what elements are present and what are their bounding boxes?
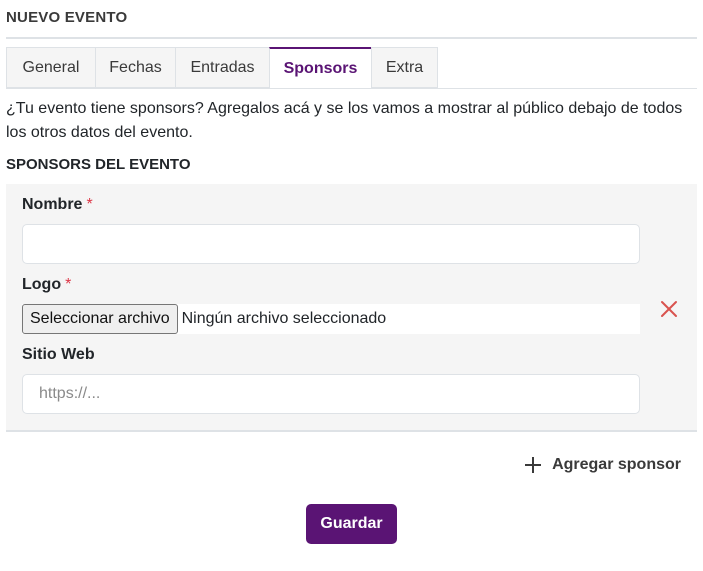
page-title: NUEVO EVENTO — [6, 9, 128, 26]
event-tabs: General Fechas Entradas Sponsors Extra — [6, 47, 438, 88]
tab-general[interactable]: General — [6, 47, 95, 88]
tab-entradas[interactable]: Entradas — [175, 47, 269, 88]
tabs-divider — [6, 88, 697, 89]
add-sponsor-label: Agregar sponsor — [552, 456, 681, 473]
plus-icon — [525, 457, 542, 473]
logo-label-text: Logo — [22, 276, 62, 293]
required-marker: * — [86, 196, 93, 213]
sponsors-intro-text: ¿Tu evento tiene sponsors? Agregalos acá… — [6, 100, 683, 141]
logo-label: Logo * — [22, 276, 71, 294]
remove-sponsor-button[interactable] — [658, 298, 680, 320]
sitio-web-label: Sitio Web — [22, 346, 95, 363]
logo-file-input: Seleccionar archivo Ningún archivo selec… — [22, 304, 640, 334]
tab-fechas[interactable]: Fechas — [95, 47, 175, 88]
file-status-text: Ningún archivo seleccionado — [181, 310, 387, 327]
nombre-label: Nombre * — [22, 196, 93, 214]
sitio-web-input[interactable] — [22, 374, 640, 414]
close-x-icon — [661, 301, 677, 317]
add-sponsor-button[interactable]: Agregar sponsor — [524, 456, 681, 474]
save-button[interactable]: Guardar — [306, 504, 397, 544]
nombre-input[interactable] — [22, 224, 640, 264]
required-marker: * — [65, 276, 72, 293]
section-heading: SPONSORS DEL EVENTO — [6, 156, 191, 173]
tab-sponsors[interactable]: Sponsors — [269, 47, 371, 88]
nombre-label-text: Nombre — [22, 196, 83, 213]
new-event-page: NUEVO EVENTO General Fechas Entradas Spo… — [0, 0, 703, 571]
select-file-button[interactable]: Seleccionar archivo — [22, 304, 178, 334]
title-divider — [6, 37, 697, 39]
sponsor-card: Nombre * Logo * Seleccionar archivo Ningún… — [6, 184, 697, 432]
tab-extra[interactable]: Extra — [371, 47, 438, 88]
